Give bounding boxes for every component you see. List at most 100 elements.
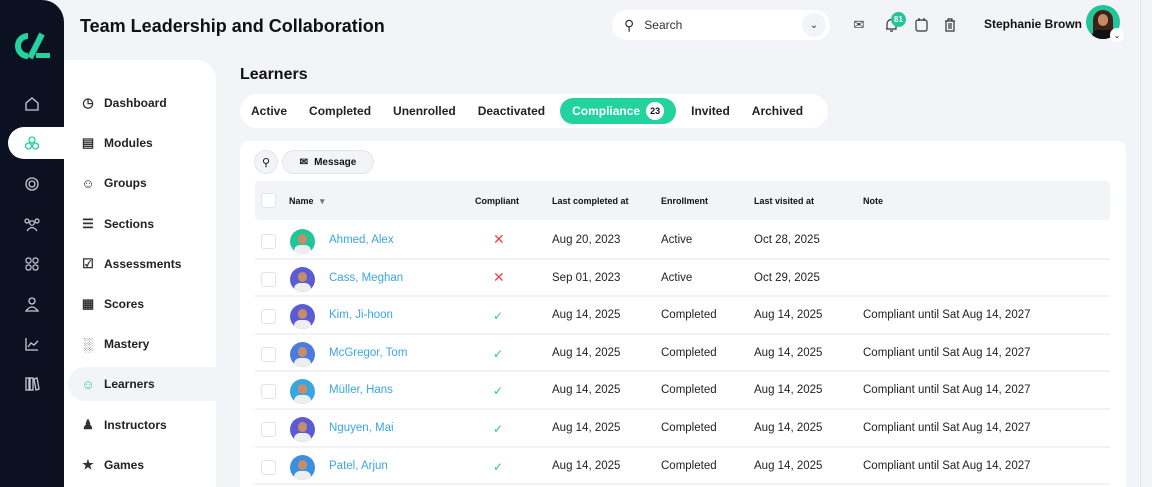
learner-name-link[interactable]: Ahmed, Alex (329, 234, 394, 246)
sidebar-item-mastery[interactable]: ░ Mastery (68, 327, 216, 361)
column-compliant[interactable]: Compliant (475, 196, 519, 206)
enrollment-status: Completed (661, 384, 717, 397)
sidebar-item-assessments[interactable]: ☑ Assessments (68, 247, 216, 281)
table-search-button[interactable]: ⚲ (254, 150, 278, 174)
check-icon: ✓ (493, 309, 504, 324)
tab-deactivated[interactable]: Deactivated (471, 98, 552, 124)
learner-name-link[interactable]: Nguyen, Mai (329, 422, 394, 434)
calendar-icon[interactable] (913, 17, 929, 33)
tab-unenrolled[interactable]: Unenrolled (386, 98, 463, 124)
mail-icon[interactable]: ✉ (851, 17, 867, 33)
tab-invited[interactable]: Invited (684, 98, 737, 124)
learner-avatar (290, 341, 315, 367)
target-icon[interactable] (20, 172, 44, 196)
enrollment-status: Active (661, 271, 693, 284)
chevron-down-icon[interactable]: ⌄ (1110, 28, 1124, 42)
learner-name-link[interactable]: Kim, Ji-hoon (329, 309, 393, 321)
column-enrollment[interactable]: Enrollment (661, 196, 708, 206)
search-bar[interactable]: ⚲ Search ⌄ (612, 10, 830, 40)
column-last-completed[interactable]: Last completed at (552, 196, 629, 206)
message-button[interactable]: ✉ Message (282, 150, 374, 174)
enrollment-status: Completed (661, 346, 717, 359)
bar-chart-icon: ░ (83, 336, 93, 352)
learners-table-card: ⚲ ✉ Message Name ▾ Compliant Last complet… (240, 141, 1126, 487)
apps-grid-icon[interactable] (20, 252, 44, 276)
tab-completed[interactable]: Completed (302, 98, 378, 124)
row-checkbox[interactable] (261, 309, 276, 325)
sidebar-item-label: Sections (104, 216, 155, 231)
x-icon: ✕ (493, 268, 505, 285)
trash-icon[interactable] (942, 17, 958, 33)
user-icon[interactable] (20, 292, 44, 316)
user-name[interactable]: Stephanie Brown (984, 17, 1082, 31)
row-checkbox[interactable] (261, 234, 276, 249)
enrollment-status: Completed (661, 459, 717, 472)
file-check-icon: ☑ (82, 255, 94, 271)
tab-label: Unenrolled (393, 104, 456, 118)
dashboard-icon: ◷ (82, 95, 94, 110)
scrollbar[interactable] (1140, 0, 1152, 487)
sidebar-item-label: Assessments (104, 256, 182, 271)
learner-name-link[interactable]: Patel, Arjun (329, 460, 388, 472)
row-checkbox[interactable] (261, 459, 276, 475)
sidebar-item-learners[interactable]: ☺ Learners (68, 367, 216, 402)
sidebar-item-scores[interactable]: ▦ Scores (68, 287, 216, 321)
column-last-visited[interactable]: Last visited at (754, 196, 814, 206)
column-note[interactable]: Note (863, 196, 883, 206)
table-row: Nguyen, Mai ✓ Aug 14, 2025 Completed Aug… (255, 410, 1110, 448)
message-label: Message (314, 156, 357, 168)
tab-active[interactable]: Active (244, 98, 294, 124)
tab-archived[interactable]: Archived (745, 98, 810, 124)
chart-icon[interactable] (20, 332, 44, 356)
sidebar-item-groups[interactable]: ☺ Groups (68, 166, 216, 200)
sidebar-item-sections[interactable]: ☰ Sections (68, 207, 216, 241)
learner-avatar (290, 304, 315, 330)
table-row: McGregor, Tom ✓ Aug 14, 2025 Completed A… (255, 335, 1110, 373)
user-icon: ☺ (81, 376, 95, 392)
home-icon[interactable] (20, 92, 44, 116)
x-icon: ✕ (493, 231, 505, 247)
row-checkbox[interactable] (261, 384, 276, 400)
column-name[interactable]: Name ▾ (289, 196, 325, 207)
note: Compliant until Sat Aug 14, 2027 (863, 422, 1031, 434)
chevron-down-icon[interactable]: ⌄ (802, 13, 826, 37)
sidebar-item-label: Modules (104, 136, 153, 151)
icon-rail (0, 0, 68, 487)
table-row: Ahmed, Alex ✕ Aug 20, 2023 Active Oct 28… (255, 222, 1110, 260)
modules-cubes-icon[interactable] (20, 131, 44, 155)
groups-icon[interactable] (20, 212, 44, 236)
sidebar-item-instructors[interactable]: ♟ Instructors (68, 408, 216, 442)
library-icon[interactable] (20, 372, 44, 396)
sidebar-item-dashboard[interactable]: ◷ Dashboard (68, 86, 216, 120)
page-title: Team Leadership and Collaboration (80, 16, 385, 36)
last-completed: Aug 14, 2025 (552, 346, 621, 359)
learner-name-link[interactable]: Cass, Meghan (329, 272, 403, 284)
tab-label: Archived (751, 104, 804, 118)
learner-avatar (290, 454, 315, 480)
row-checkbox[interactable] (261, 271, 276, 287)
tab-compliance[interactable]: Compliance 23 (560, 98, 677, 124)
last-visited: Aug 14, 2025 (754, 346, 823, 359)
sidebar-item-modules[interactable]: ▤ Modules (68, 126, 216, 160)
check-icon: ✓ (493, 384, 504, 399)
row-checkbox[interactable] (261, 422, 276, 437)
tab-label: Active (251, 104, 288, 118)
select-all-checkbox[interactable] (261, 193, 276, 208)
sidebar-item-label: Learners (104, 377, 155, 392)
instructor-icon: ♟ (82, 416, 94, 432)
list-icon: ☰ (82, 215, 94, 231)
sort-desc-icon[interactable]: ▾ (320, 196, 325, 206)
note: Compliant until Sat Aug 14, 2027 (863, 459, 1031, 472)
last-visited: Oct 28, 2025 (754, 234, 820, 246)
row-checkbox[interactable] (261, 346, 276, 362)
table-row: Müller, Hans ✓ Aug 14, 2025 Completed Au… (255, 372, 1110, 410)
search-input[interactable]: Search (644, 18, 682, 32)
sidebar-item-games[interactable]: ★ Games (68, 448, 216, 482)
enrollment-status: Completed (661, 422, 717, 434)
learner-name-link[interactable]: Müller, Hans (329, 384, 393, 396)
table-row: Patel, Arjun ✓ Aug 14, 2025 Completed Au… (255, 448, 1110, 486)
learner-tabs: Active Completed Unenrolled Deactivated Comp… (240, 94, 828, 128)
learner-name-link[interactable]: McGregor, Tom (329, 347, 407, 359)
logo (12, 32, 52, 60)
last-completed: Aug 14, 2025 (552, 384, 621, 397)
